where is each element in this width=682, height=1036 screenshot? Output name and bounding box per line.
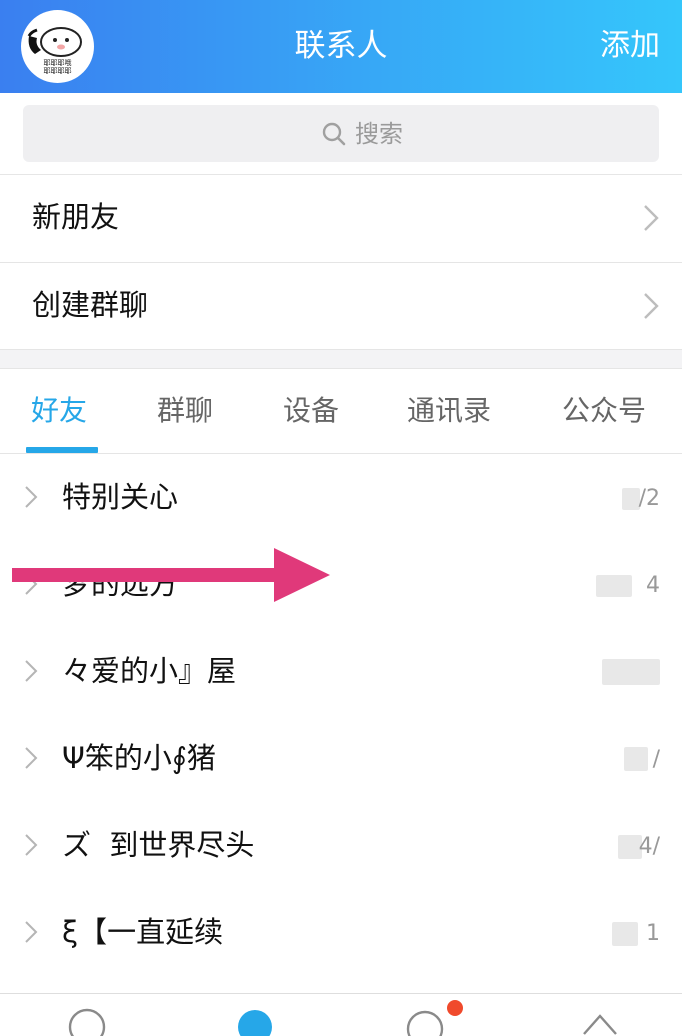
tab-friends[interactable]: 好友 <box>31 391 87 431</box>
new-friends-row[interactable]: 新朋友 <box>0 175 682 262</box>
blurred-count <box>622 488 640 510</box>
more-icon[interactable] <box>580 1006 622 1036</box>
tab-devices[interactable]: 设备 <box>283 391 339 431</box>
new-friends-label: 新朋友 <box>32 200 120 234</box>
create-group-chat-label: 创建群聊 <box>32 288 149 322</box>
group-name: 々爱的小』屋 <box>62 654 237 688</box>
active-tab-indicator <box>26 447 98 453</box>
blurred-count <box>612 922 638 946</box>
group-count: / <box>652 747 660 772</box>
list-item[interactable]: ズ 到世界尽头 4/ <box>0 803 682 890</box>
group-count: 4 <box>646 573 660 598</box>
list-item[interactable]: Ψ笨的小∮猪 / <box>0 716 682 803</box>
annotation-arrow-icon <box>12 548 330 602</box>
group-name: Ψ笨的小∮猪 <box>62 741 216 775</box>
blurred-count <box>602 659 660 685</box>
tab-address-book[interactable]: 通讯录 <box>407 391 491 431</box>
tab-official-accounts[interactable]: 公众号 <box>562 391 646 431</box>
section-gap <box>0 349 682 369</box>
chevron-right-icon <box>25 747 38 769</box>
group-count: /2 <box>638 486 660 511</box>
list-item[interactable]: 々爱的小』屋 <box>0 629 682 716</box>
add-button[interactable]: 添加 <box>600 24 660 68</box>
chevron-right-icon <box>25 834 38 856</box>
chevron-right-icon <box>25 921 38 943</box>
notification-badge <box>447 1000 463 1016</box>
message-icon[interactable] <box>66 1006 108 1036</box>
avatar-caption-line: 耶耶耶耶 <box>43 67 72 75</box>
search-icon <box>322 122 346 146</box>
blurred-count <box>596 575 632 597</box>
search-section <box>0 93 682 175</box>
create-group-chat-row[interactable]: 创建群聊 <box>0 263 682 350</box>
contact-tabs: 好友 群聊 设备 通讯录 公众号 <box>0 369 682 454</box>
page-title: 联系人 <box>294 28 388 64</box>
top-bar: 耶耶耶哦 耶耶耶耶 联系人 添加 <box>0 0 682 93</box>
contacts-icon[interactable] <box>234 1006 276 1036</box>
bottom-tab-bar <box>0 993 682 1036</box>
blurred-count <box>624 747 648 771</box>
search-input[interactable] <box>355 118 555 150</box>
group-count: 4/ <box>638 834 660 859</box>
group-name: ξ【一直延续 <box>62 915 224 949</box>
chevron-right-icon <box>25 660 38 682</box>
chevron-right-icon <box>25 486 38 508</box>
group-count: 1 <box>646 921 660 946</box>
tab-group-chats[interactable]: 群聊 <box>157 391 213 431</box>
chevron-right-icon <box>644 293 659 319</box>
search-box[interactable] <box>23 105 659 162</box>
group-name: 特别关心 <box>62 480 179 514</box>
list-item[interactable]: 特别关心 /2 <box>0 455 682 542</box>
list-item[interactable]: ξ【一直延续 1 <box>0 890 682 977</box>
group-name: ズ 到世界尽头 <box>62 828 255 862</box>
chevron-right-icon <box>644 205 659 231</box>
dynamic-icon[interactable] <box>404 1006 446 1036</box>
